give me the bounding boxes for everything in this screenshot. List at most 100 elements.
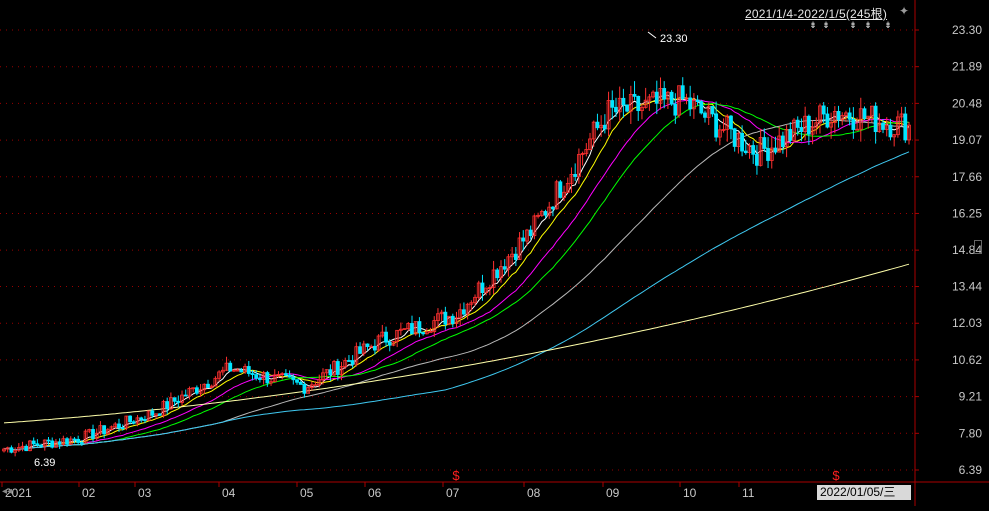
pin-icon[interactable]: ✦ — [899, 4, 909, 18]
candle-body — [688, 97, 693, 110]
candle-body — [851, 118, 856, 130]
candle-body — [150, 410, 155, 416]
candle-body — [254, 374, 259, 379]
candle-body — [9, 447, 14, 453]
candle-body — [313, 384, 318, 387]
candle-body — [755, 153, 759, 166]
candle-body — [65, 438, 69, 445]
candle-body — [543, 211, 548, 216]
high-label: 23.30 — [660, 33, 688, 45]
candle-body — [766, 148, 770, 161]
event-marker: $ — [832, 468, 840, 483]
stock-chart: 23.30 21.89 20.48 19.07 17.66 16.25 14.84 13.44… — [0, 0, 989, 506]
candle-body — [31, 440, 36, 445]
candle-body — [780, 135, 785, 148]
candle-body — [528, 229, 533, 237]
candle-body — [131, 421, 136, 424]
y-tick-label: 19.07 — [952, 133, 982, 147]
candle-body — [495, 269, 500, 279]
candlestick-chart: 23.3021.8920.4819.0717.6616.2514.8413.44… — [0, 0, 989, 506]
candle-body — [387, 341, 392, 346]
candle-body — [91, 429, 95, 439]
candle-body — [521, 237, 526, 242]
y-tick-label: 10.62 — [952, 353, 982, 367]
candle-body — [258, 377, 262, 380]
candle-body — [558, 181, 563, 198]
candle-body — [662, 88, 667, 100]
candle-body — [703, 112, 707, 118]
candle-body — [298, 381, 303, 385]
y-tick-label: 23.30 — [952, 23, 982, 37]
right-nav-handle[interactable] — [974, 240, 982, 254]
candle-body — [102, 425, 107, 435]
candle-body — [806, 115, 811, 135]
candle-body — [165, 401, 170, 410]
x-tick-label: 09 — [606, 486, 620, 500]
event-marker: $ — [452, 468, 460, 483]
y-tick-label: 6.39 — [959, 463, 983, 477]
candle-body — [79, 442, 84, 444]
date-range-label[interactable]: 2021/1/4-2022/1/5(245根) — [745, 5, 887, 22]
candle-body — [335, 361, 340, 375]
candle-body — [710, 105, 715, 115]
candle-body — [365, 343, 370, 347]
y-tick-label: 21.89 — [952, 60, 982, 74]
candle-body — [695, 99, 700, 102]
candle-body — [287, 374, 292, 378]
candle-body — [788, 129, 793, 141]
y-tick-label: 16.25 — [952, 206, 982, 220]
candle-body — [443, 311, 448, 325]
candle-body — [513, 253, 518, 260]
candle-body — [881, 122, 885, 130]
candle-body — [57, 441, 62, 445]
x-tick-label: 06 — [368, 486, 382, 500]
candle-body — [157, 413, 162, 416]
candle-body — [128, 415, 133, 423]
candle-body — [632, 94, 637, 97]
candle-body — [740, 132, 744, 152]
candle-body — [573, 174, 578, 177]
candle-body — [821, 105, 826, 115]
x-tick-label: 11 — [742, 486, 755, 500]
candle-body — [76, 438, 81, 443]
candle-body — [480, 282, 485, 294]
candle-body — [46, 439, 51, 442]
candle-body — [502, 266, 507, 270]
scroll-left-icon[interactable]: ◂◂ — [2, 486, 12, 497]
candle-body — [450, 315, 455, 324]
candle-body — [595, 121, 600, 129]
high-pointer — [647, 31, 657, 39]
candle-body — [246, 366, 251, 374]
candle-body — [888, 124, 893, 138]
candle-body — [239, 369, 244, 373]
candle-body — [72, 438, 77, 441]
candle-body — [751, 145, 756, 155]
y-tick-label: 20.48 — [952, 96, 982, 110]
candle-body — [602, 124, 607, 130]
candle-body — [39, 444, 43, 447]
candle-body — [35, 443, 40, 446]
candle-body — [194, 387, 199, 394]
y-tick-label: 7.80 — [959, 426, 983, 440]
x-tick-label: 10 — [683, 486, 697, 500]
candle-body — [206, 383, 210, 388]
candle-body — [795, 119, 800, 128]
candle-body — [610, 100, 615, 108]
candle-body — [614, 106, 618, 113]
candle-body — [762, 137, 767, 149]
candle-body — [172, 397, 177, 402]
x-tick-label: 02 — [82, 486, 96, 500]
candle-body — [621, 97, 626, 106]
candle-body — [328, 369, 333, 376]
candle-body — [139, 417, 144, 420]
candle-body — [421, 332, 426, 335]
x-tick-label: 05 — [300, 486, 314, 500]
candle-body — [347, 360, 351, 362]
candle-body — [117, 423, 121, 429]
candle-body — [903, 113, 908, 141]
candle-body — [373, 345, 377, 351]
candle-body — [636, 95, 641, 112]
candle-body — [743, 150, 748, 154]
candle-body — [183, 394, 188, 397]
candle-body — [551, 206, 555, 210]
